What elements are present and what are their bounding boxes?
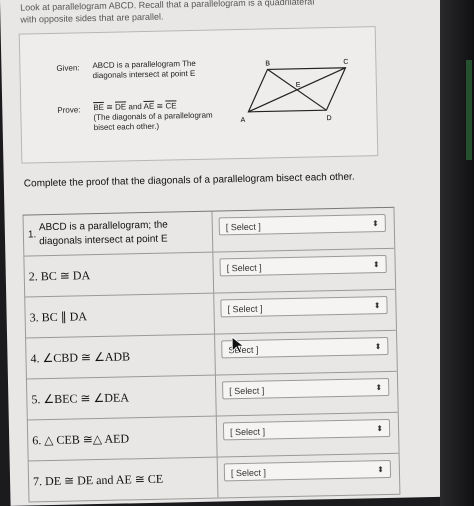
vertex-e-label: E (296, 82, 301, 89)
instruction-text: Complete the proof that the diagonals of… (23, 171, 355, 190)
statement-cell: 7. DE ≅ DE and AE ≅ CE (27, 457, 219, 502)
parallelogram-figure: A B C D E (241, 59, 349, 124)
step-number: 7. (32, 473, 43, 488)
reason-cell: [ Select ] ⬍ (213, 248, 397, 293)
statement-text: BC ≅ DA (40, 267, 91, 283)
step-number: 3. (29, 309, 39, 324)
reason-select[interactable]: [ Select ] ⬍ (222, 418, 391, 441)
diagonal-bd (267, 68, 327, 111)
statement-cell: 6. △ CEB ≅△ AED (26, 416, 218, 461)
vertex-a-label: A (241, 117, 246, 124)
proof-table: 1. ABCD is a parallelogram; the diagonal… (22, 206, 401, 503)
reason-cell: [ Select ] ⬍ (217, 453, 401, 498)
bezel-reflection (466, 60, 472, 160)
reason-cell: [ Select ] ⬍ (216, 412, 400, 457)
vertex-c-label: C (343, 59, 348, 66)
statement-cell: 5. ∠BEC ≅ ∠DEA (25, 375, 217, 420)
chevron-updown-icon: ⬍ (371, 219, 379, 229)
chevron-updown-icon: ⬍ (375, 383, 383, 393)
reason-cell: [ Select ] ⬍ (212, 207, 396, 252)
reason-select[interactable]: [ Select ] ⬍ (222, 377, 390, 400)
statement-text: ABCD is a parallelogram; the diagonals i… (38, 219, 168, 248)
chevron-updown-icon: ⬍ (373, 301, 381, 311)
statement-cell: 1. ABCD is a parallelogram; the diagonal… (22, 211, 214, 256)
segment-ce: CE (165, 101, 177, 111)
segment-de: DE (115, 102, 127, 112)
congruent-symbol: ≅ (154, 101, 166, 111)
statement-text: DE ≅ DE and AE ≅ CE (44, 471, 164, 488)
step-number: 4. (30, 350, 40, 365)
statement-cell: 3. BC ∥ DA (24, 293, 216, 338)
chevron-updown-icon: ⬍ (376, 424, 384, 434)
vertex-d-label: D (326, 115, 331, 122)
intro-text: Look at parallelogram ABCD. Recall that … (20, 0, 315, 25)
reason-select[interactable]: [ Select ] ⬍ (220, 295, 388, 318)
given-label: Given: (56, 63, 80, 73)
and-text: and (126, 102, 144, 112)
reason-select[interactable]: [ Select ] ⬍ (223, 459, 392, 482)
segment-be: BE (93, 102, 105, 113)
chevron-updown-icon: ⬍ (374, 342, 382, 352)
monitor-bezel (440, 0, 474, 506)
chevron-updown-icon: ⬍ (377, 465, 385, 475)
step-number: 6. (32, 432, 42, 447)
prove-text: BE ≅ DE and AE ≅ CE (The diagonals of a … (93, 100, 219, 133)
statement-text: ∠CBD ≅ ∠ADB (42, 348, 131, 365)
worksheet-page: Look at parallelogram ABCD. Recall that … (0, 0, 451, 506)
statement-text: △ CEB ≅△ AED (44, 430, 130, 447)
given-text: ABCD is a parallelogram The diagonals in… (92, 58, 196, 81)
step-number: 1. (27, 229, 37, 241)
reason-select[interactable]: Select ] ⬍ (221, 336, 389, 359)
step-number: 5. (31, 391, 41, 406)
reason-select[interactable]: [ Select ] ⬍ (219, 254, 387, 277)
step-number: 2. (28, 268, 38, 283)
chevron-updown-icon: ⬍ (372, 260, 380, 270)
given-prove-box: Given: ABCD is a parallelogram The diago… (18, 26, 379, 164)
reason-cell: [ Select ] ⬍ (215, 371, 399, 416)
segment-ae: AE (143, 101, 155, 112)
prove-label: Prove: (57, 105, 81, 115)
congruent-symbol: ≅ (103, 102, 116, 112)
prove-explanation: (The diagonals of a parallelogram bisect… (93, 110, 213, 133)
statement-cell: 4. ∠CBD ≅ ∠ADB (25, 334, 216, 379)
vertex-b-label: B (265, 60, 270, 67)
reason-cell: [ Select ] ⬍ (214, 289, 397, 334)
table-row: 7. DE ≅ DE and AE ≅ CE [ Select ] ⬍ (27, 453, 401, 503)
statement-cell: 2. BC ≅ DA (23, 252, 215, 297)
statement-text: ∠BEC ≅ ∠DEA (43, 389, 130, 406)
mouse-cursor-icon (231, 336, 245, 354)
statement-text: BC ∥ DA (41, 308, 88, 324)
reason-select[interactable]: [ Select ] ⬍ (218, 213, 386, 236)
